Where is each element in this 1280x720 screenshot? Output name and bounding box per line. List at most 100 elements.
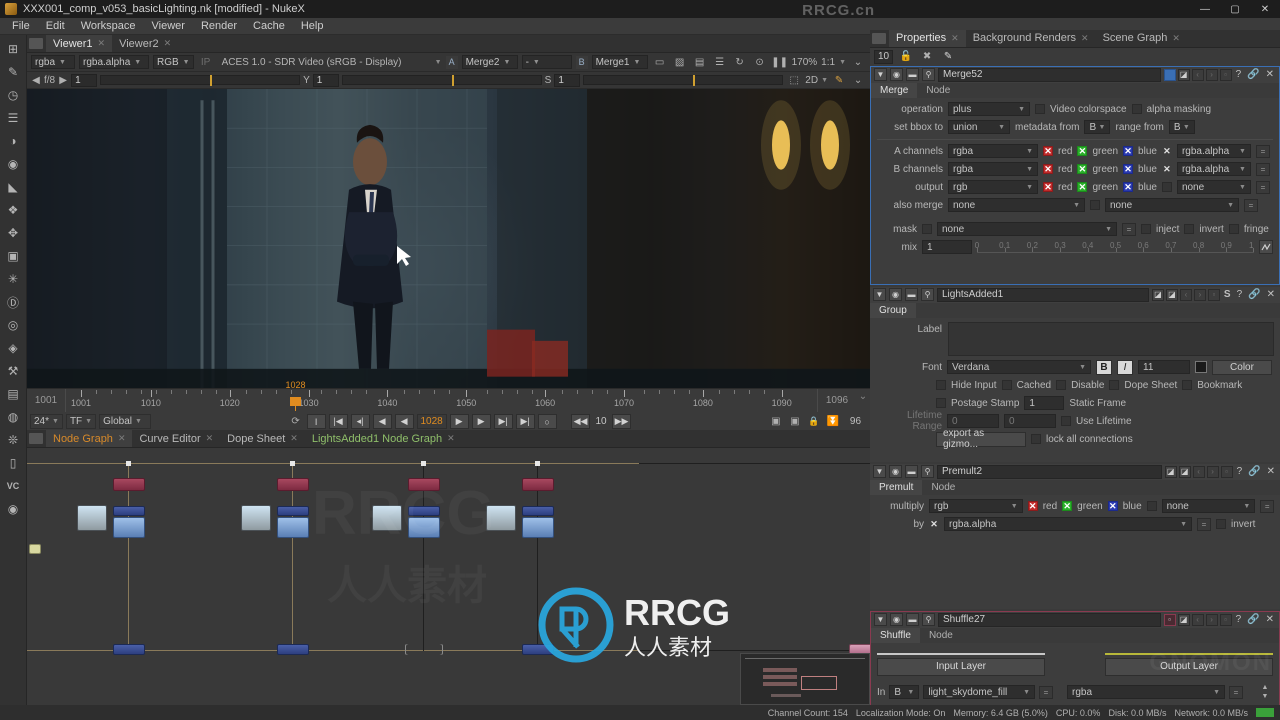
close-button[interactable]: ✕ [1250,0,1280,18]
node-name-merge52[interactable]: Merge52 [938,67,1161,82]
by-expression-button[interactable]: = [1197,517,1211,531]
panel-grip[interactable] [29,433,43,444]
menu-cache[interactable]: Cache [245,18,293,35]
zoom-level[interactable]: 170% [792,57,818,68]
node-read[interactable] [77,505,107,531]
mask-expression-button[interactable]: = [1122,222,1136,236]
node-shuffle[interactable] [277,517,309,538]
mask-icon[interactable]: ▬ [906,613,919,627]
wrench-icon[interactable]: ⚲ [922,613,935,627]
node-merge[interactable] [522,506,554,516]
node-next-button[interactable]: › [1205,613,1218,626]
target-icon[interactable]: ◉ [889,288,902,302]
tab-node-graph[interactable]: Node Graph ✕ [46,430,133,447]
tab-viewer1[interactable]: Viewer1 ✕ [46,35,113,52]
ip-toggle-icon[interactable]: IP [198,55,214,70]
mix-value-field[interactable]: 1 [922,240,972,255]
node-merge[interactable] [113,506,145,516]
fps-dropdown[interactable]: 24* ▼ [30,414,63,429]
mix-slider[interactable]: 0 0.1 0.2 0.3 0.4 0.5 0.6 0.7 0.8 0.9 1 [975,241,1254,254]
metadata-from-dropdown[interactable]: B ▼ [1084,120,1111,135]
node-mask-toggle[interactable]: ◪ [1177,68,1190,81]
target-icon[interactable]: ◉ [890,68,903,82]
deep-icon[interactable]: Ⓓ [2,291,24,313]
collapse-icon[interactable]: ⌄ [850,73,866,88]
a-input-dropdown[interactable]: Merge2 ▼ [461,55,518,69]
tab-properties[interactable]: Properties ✕ [889,30,966,47]
collapse-icon[interactable]: ▼ [873,465,886,479]
node-mask-toggle[interactable]: ◪ [1178,465,1191,478]
hide-input-checkbox[interactable] [936,380,946,391]
output-alpha-checkbox[interactable] [1161,182,1172,193]
max-panels-field[interactable]: 10 [874,49,894,64]
output-alpha-dropdown[interactable]: none ▼ [1176,180,1251,195]
premult-alpha-dropdown[interactable]: none ▼ [1161,499,1256,514]
output-layer-button[interactable]: Output Layer [1105,657,1273,676]
scroll-up-icon[interactable]: ▲ [1257,684,1273,692]
node-grade[interactable] [522,478,554,491]
lifetime-end-field[interactable]: 0 [1004,414,1056,429]
unlock-icon[interactable]: 🔓 [898,49,914,64]
node-dot-crossed[interactable] [405,644,443,655]
wrench-icon[interactable]: ⚲ [922,68,935,82]
node-float-button[interactable]: ▫ [1220,465,1233,478]
node-merge[interactable] [277,506,309,516]
mix-animation-button[interactable] [1259,240,1273,255]
menu-file[interactable]: File [4,18,38,35]
premult-blue-checkbox[interactable]: ✕ [1107,501,1118,512]
collapse-icon[interactable]: ▼ [874,613,887,627]
help-icon[interactable]: ? [1235,289,1245,300]
in-source-dropdown[interactable]: B ▼ [889,685,920,700]
3d-icon[interactable]: ▣ [2,245,24,267]
node-prev-button[interactable]: ‹ [1191,68,1204,81]
node-grade[interactable] [113,478,145,491]
metadata-icon[interactable]: ◈ [2,337,24,359]
chevron-down-icon[interactable]: ▼ [821,77,828,84]
menu-workspace[interactable]: Workspace [73,18,144,35]
node-dot[interactable] [126,461,131,466]
link-icon[interactable]: 🔗 [1245,69,1261,80]
collapse-icon[interactable]: ⌄ [856,389,870,404]
italic-button[interactable]: I [1117,359,1133,375]
scope-dropdown[interactable]: Global ▼ [99,414,152,429]
node-dot[interactable] [535,461,540,466]
stripes-icon[interactable]: ▨ [672,55,688,70]
lifetime-start-field[interactable]: 0 [947,414,999,429]
node-grade[interactable] [277,478,309,491]
wrench-icon[interactable]: ⚲ [921,465,934,479]
node-dot[interactable] [421,461,426,466]
link-icon[interactable]: 🔗 [1245,614,1261,625]
bookmark-checkbox[interactable] [1182,380,1193,391]
panel-grip[interactable] [872,33,886,44]
image-icon[interactable]: ⊞ [2,38,24,60]
node-tab-group[interactable]: Group [870,302,916,318]
tab-viewer2[interactable]: Viewer2 ✕ [112,35,179,52]
disable-checkbox[interactable] [1056,380,1067,391]
premult-expression-button[interactable]: = [1260,499,1274,513]
node-prev-button[interactable]: ‹ [1179,288,1192,301]
use-lifetime-checkbox[interactable] [1061,416,1071,427]
toolsets-icon[interactable]: ⚒ [2,360,24,382]
font-color-swatch[interactable] [1195,361,1207,374]
loop-button[interactable]: ○ [537,414,557,429]
video-colorspace-checkbox[interactable] [1035,104,1045,115]
cached-checkbox[interactable] [1001,380,1012,391]
plugin-icon[interactable]: ◉ [2,498,24,520]
output-green-checkbox[interactable]: ✕ [1077,182,1088,193]
label-textarea[interactable] [948,321,1274,356]
wrench-icon[interactable]: ⚲ [921,288,934,302]
prev-keyframe-button[interactable]: ◂| [350,414,370,429]
close-icon[interactable]: ✕ [1265,466,1277,477]
node-grade[interactable] [408,478,440,491]
node-color-swatch[interactable] [1163,68,1176,81]
tab-curve-editor[interactable]: Curve Editor ✕ [132,430,221,447]
node-name-premult2[interactable]: Premult2 [937,464,1162,479]
tab-lightsadded1-node-graph[interactable]: LightsAdded1 Node Graph ✕ [304,430,462,447]
a-green-checkbox[interactable]: ✕ [1077,146,1088,157]
draw-icon[interactable]: ✎ [2,61,24,83]
a-channels-dropdown[interactable]: rgba ▼ [948,144,1038,159]
clear-all-icon[interactable]: ✖ [919,49,935,64]
wipe-icon[interactable]: ▭ [652,55,668,70]
lock-connections-checkbox[interactable] [1031,434,1041,445]
range-start[interactable]: 1001 [27,389,65,412]
